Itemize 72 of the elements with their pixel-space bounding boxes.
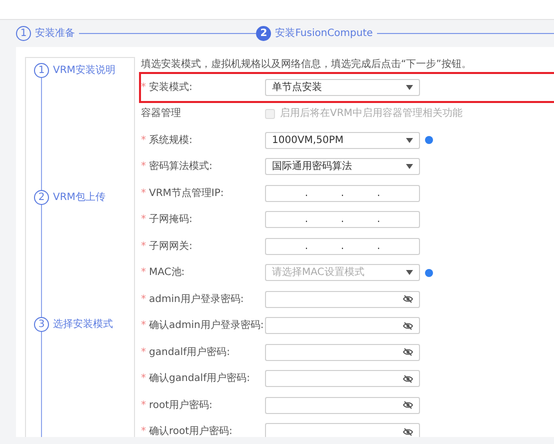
field-label: 密码算法模式: xyxy=(149,161,212,172)
required-mark: * xyxy=(141,400,146,411)
step-label: VRM安装说明 xyxy=(53,64,116,78)
eye-slash-icon[interactable] xyxy=(403,374,413,383)
ip-separator: . xyxy=(304,186,308,201)
ip-address-field[interactable]: . . . xyxy=(265,184,420,202)
password-field[interactable] xyxy=(265,317,420,334)
caret-icon xyxy=(406,164,413,170)
info-icon[interactable] xyxy=(425,268,433,277)
required-mark: * xyxy=(141,134,146,146)
field-label: 确认admin用户登录密码: xyxy=(149,320,264,332)
required-mark: * xyxy=(141,267,146,278)
step-label: 安装FusionCompute xyxy=(275,26,373,41)
step-label: 选择安装模式 xyxy=(53,318,113,332)
field-label: MAC池: xyxy=(149,267,185,278)
eye-slash-icon[interactable] xyxy=(403,428,413,436)
dropdown-field[interactable]: 单节点安装 xyxy=(265,78,420,96)
ip-address-field[interactable]: . . . xyxy=(265,211,420,228)
field-label: 子网网关: xyxy=(149,240,192,252)
step-number: 2 xyxy=(256,26,272,41)
ip-separator: . xyxy=(340,186,344,201)
caret-icon xyxy=(406,270,413,276)
step-label: 安装准备 xyxy=(35,26,75,41)
info-icon[interactable] xyxy=(425,136,433,144)
password-field[interactable] xyxy=(265,423,420,437)
field-label: 安装模式: xyxy=(149,82,192,93)
field-label: 子网掩码: xyxy=(149,214,192,226)
eye-slash-icon[interactable] xyxy=(403,348,413,356)
instruction-text: 填选安装模式，虚拟机规格以及网络信息，填选完成后点击“下一步”按钮。 xyxy=(141,58,472,72)
ip-address-field[interactable]: . . . xyxy=(265,238,420,255)
ip-separator: . xyxy=(376,240,380,254)
required-mark: * xyxy=(141,82,146,93)
ip-separator: . xyxy=(340,213,344,228)
required-mark: * xyxy=(141,188,146,199)
password-field[interactable] xyxy=(265,370,420,388)
checkbox-label: 启用后将在VRM中启用容器管理相关功能 xyxy=(280,106,462,122)
ip-separator: . xyxy=(376,186,380,201)
required-mark: * xyxy=(141,240,146,252)
password-field[interactable] xyxy=(265,290,420,308)
required-mark: * xyxy=(141,294,146,305)
caret-icon xyxy=(406,84,413,90)
field-label: root用户密码: xyxy=(149,400,212,411)
field-label: 确认gandalf用户密码: xyxy=(149,373,250,384)
dropdown-field[interactable]: 国际通用密码算法 xyxy=(265,158,420,176)
step-number: 1 xyxy=(16,26,31,41)
required-mark: * xyxy=(141,161,146,172)
step-number: 2 xyxy=(34,190,49,205)
field-label: 系统规模: xyxy=(149,134,192,146)
ip-separator: . xyxy=(304,240,308,254)
field-label: 确认root用户密码: xyxy=(149,426,232,437)
eye-slash-icon[interactable] xyxy=(403,401,413,410)
field-label: 容器管理 xyxy=(141,108,181,120)
caret-icon xyxy=(406,138,413,143)
step-number: 3 xyxy=(34,317,49,332)
password-field[interactable] xyxy=(265,344,420,361)
field-label: VRM节点管理IP: xyxy=(149,188,224,199)
required-mark: * xyxy=(141,426,146,437)
step-number: 1 xyxy=(34,63,49,78)
field-label: gandalf用户密码: xyxy=(149,346,230,358)
step-label: VRM包上传 xyxy=(53,190,106,205)
dropdown-field[interactable]: 1000VM,50PM xyxy=(265,132,420,149)
ip-separator: . xyxy=(376,213,380,228)
required-mark: * xyxy=(141,373,146,384)
password-field[interactable] xyxy=(265,396,420,414)
required-mark: * xyxy=(141,346,146,358)
field-label: admin用户登录密码: xyxy=(149,294,244,305)
required-mark: * xyxy=(141,214,146,226)
eye-slash-icon[interactable] xyxy=(403,322,413,330)
required-mark: * xyxy=(141,320,146,332)
eye-slash-icon[interactable] xyxy=(403,295,413,304)
ip-separator: . xyxy=(304,213,308,228)
ip-separator: . xyxy=(340,240,344,254)
